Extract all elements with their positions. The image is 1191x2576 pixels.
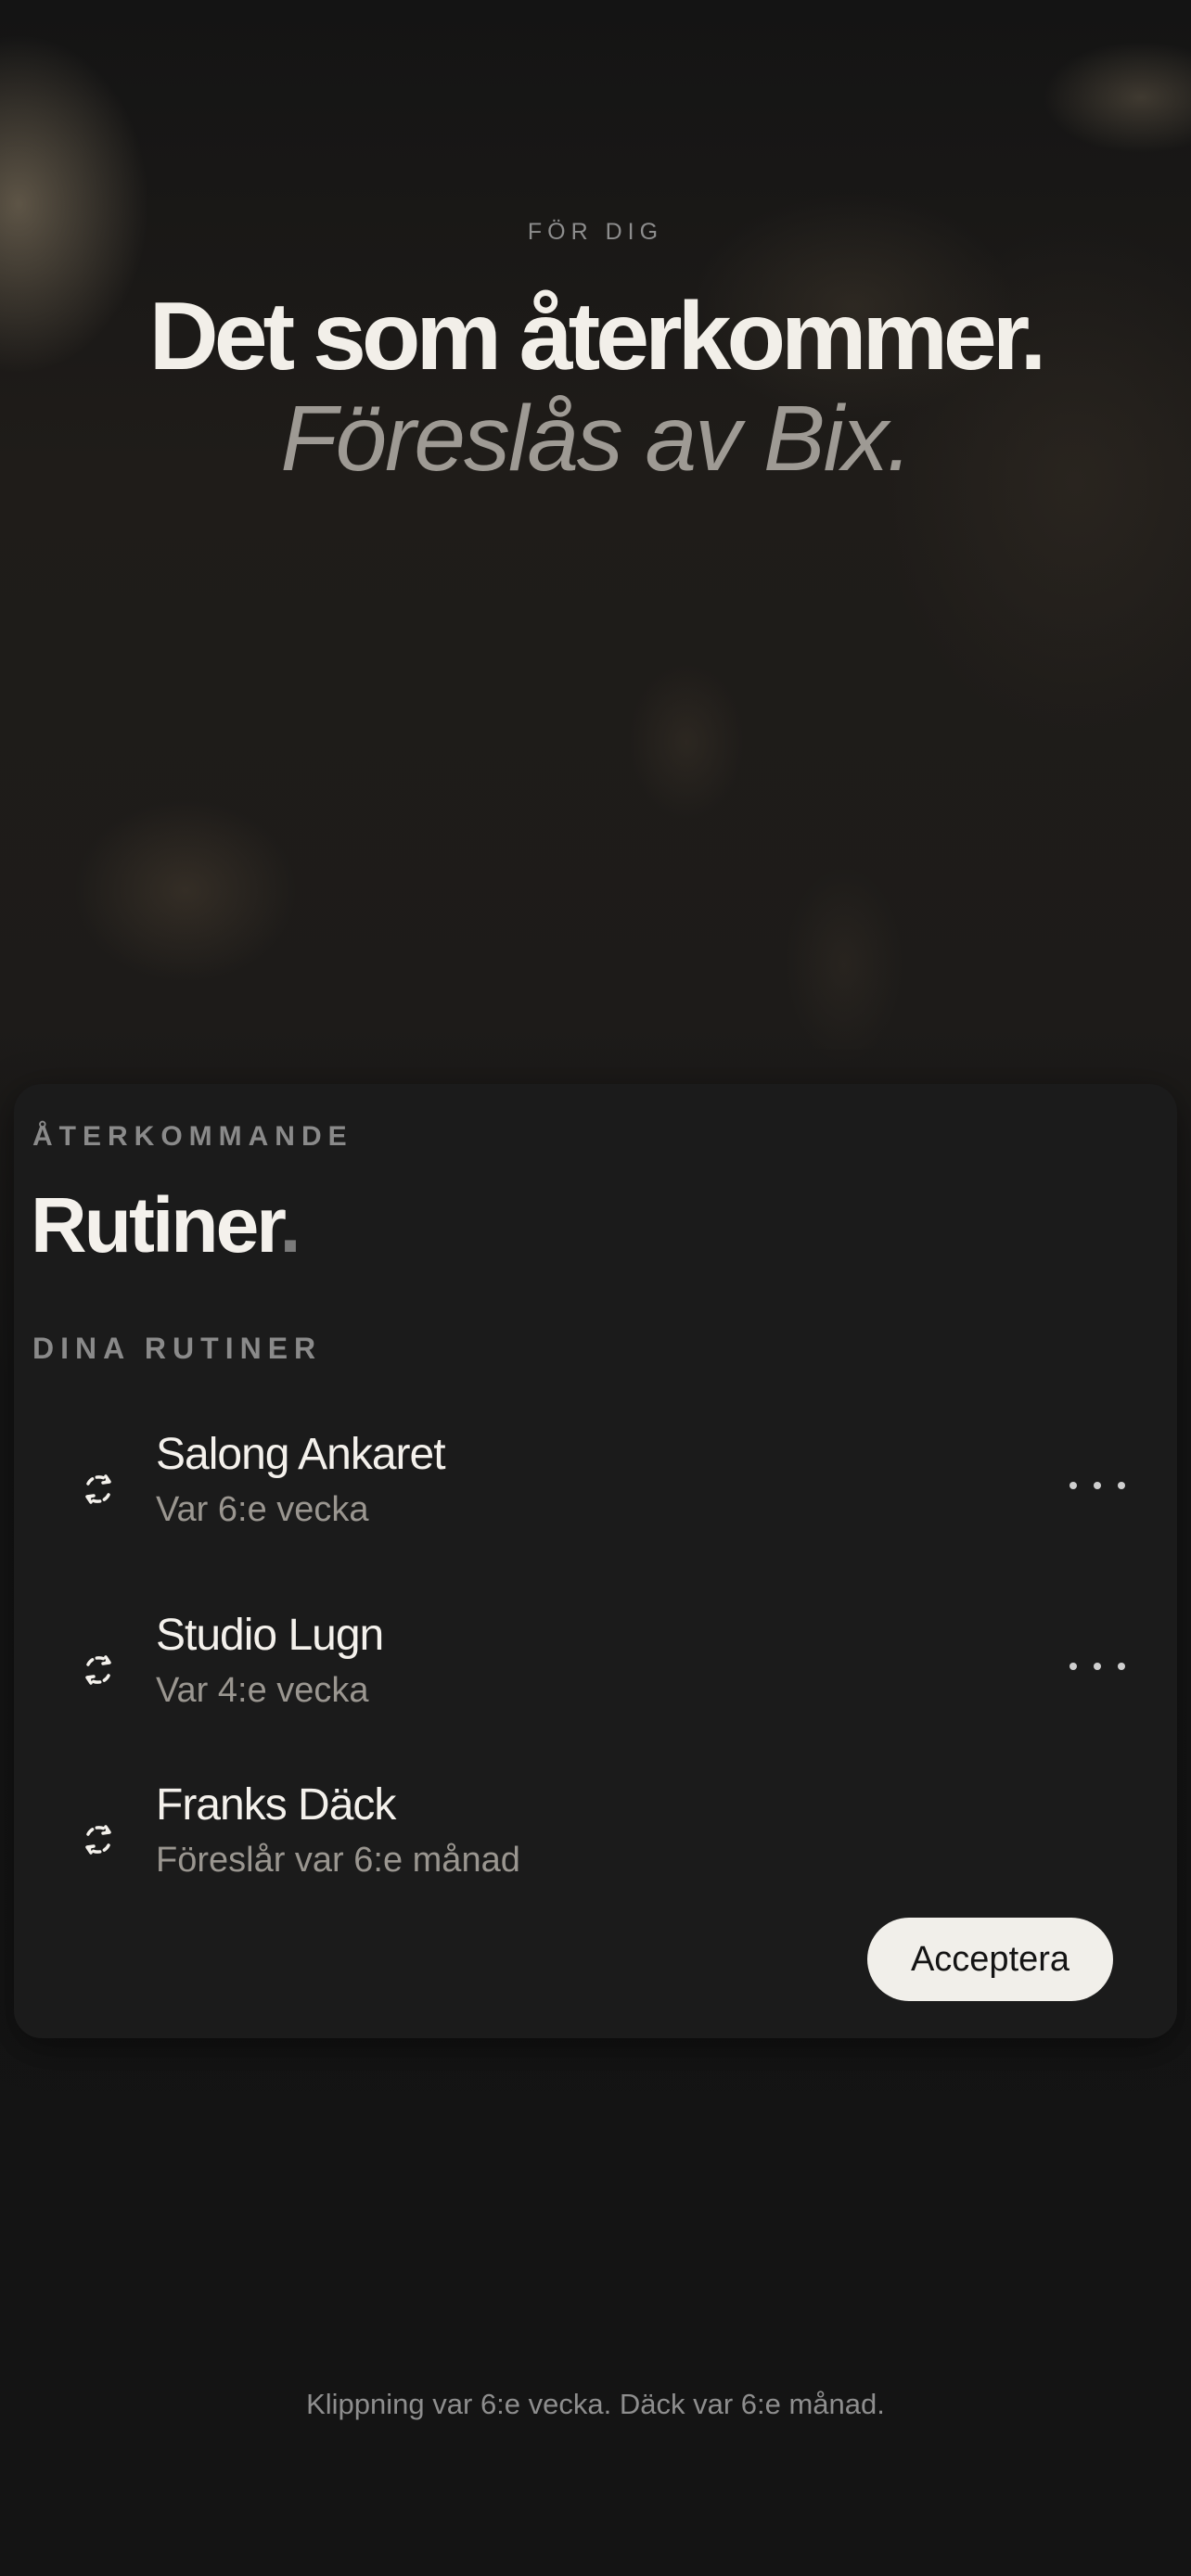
card-title: Rutiner. — [31, 1179, 301, 1271]
repeat-icon — [85, 1474, 111, 1504]
repeat-icon — [85, 1655, 111, 1685]
card-title-dot: . — [279, 1181, 301, 1269]
routine-row-salong-ankaret[interactable]: Salong Ankaret Var 6:e vecka — [14, 1420, 1177, 1559]
routine-title: Salong Ankaret — [156, 1430, 446, 1479]
routine-frequency: Var 4:e vecka — [156, 1671, 369, 1710]
section-label: DINA RUTINER — [32, 1332, 323, 1365]
more-options-icon[interactable] — [1069, 1472, 1125, 1499]
page-eyebrow: FÖR DIG — [527, 219, 664, 245]
more-options-icon[interactable] — [1069, 1652, 1125, 1680]
routine-frequency: Var 6:e vecka — [156, 1490, 369, 1529]
routine-title: Franks Däck — [156, 1780, 396, 1830]
card-eyebrow: ÅTERKOMMANDE — [32, 1121, 353, 1152]
card-title-text: Rutiner — [31, 1181, 282, 1269]
routine-row-studio-lugn[interactable]: Studio Lugn Var 4:e vecka — [14, 1600, 1177, 1740]
footer-summary: Klippning var 6:e vecka. Däck var 6:e må… — [306, 2388, 885, 2420]
routine-title: Studio Lugn — [156, 1611, 384, 1660]
repeat-icon — [85, 1825, 111, 1855]
accept-button[interactable]: Acceptera — [867, 1918, 1113, 2001]
routines-card: ÅTERKOMMANDE Rutiner. DINA RUTINER Salon… — [14, 1084, 1177, 2038]
page-subhead: Föreslås av Bix. — [280, 387, 912, 491]
routine-frequency: Föreslår var 6:e månad — [156, 1841, 520, 1880]
routine-row-franks-dack[interactable]: Franks Däck Föreslår var 6:e månad — [14, 1770, 1177, 1909]
